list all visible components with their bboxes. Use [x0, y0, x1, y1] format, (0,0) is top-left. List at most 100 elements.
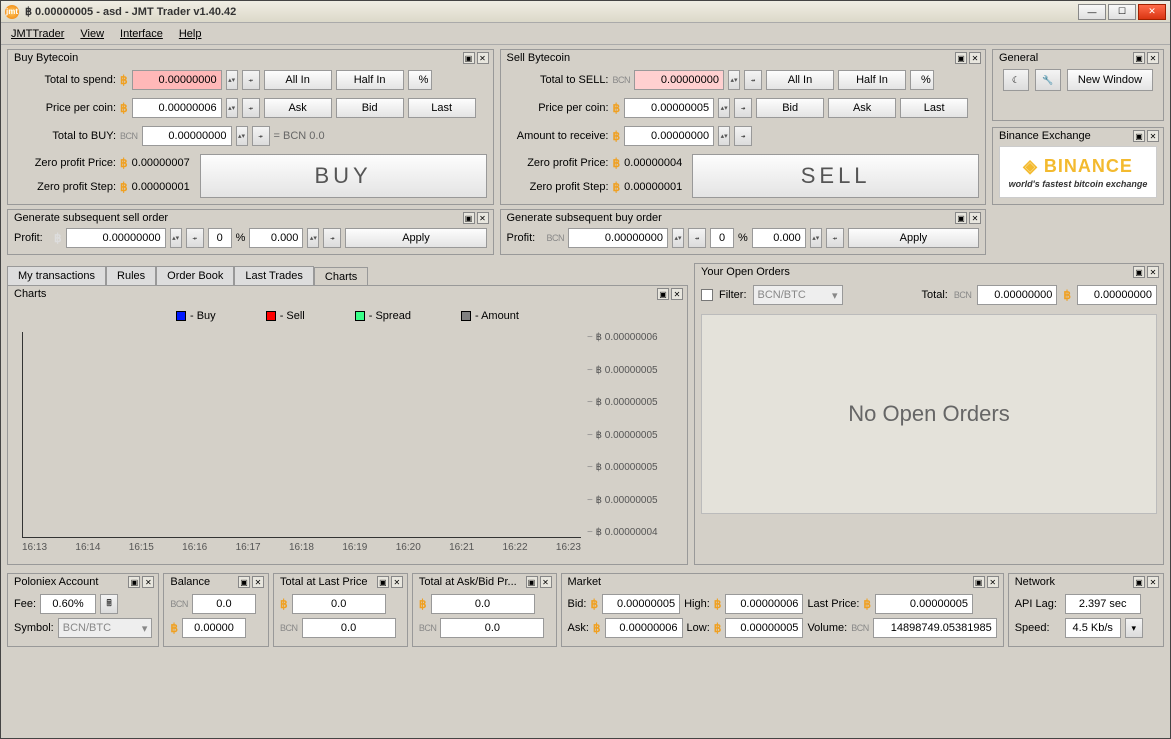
total-sell-input[interactable] [634, 70, 724, 90]
panel-restore-icon[interactable]: ▣ [657, 288, 669, 300]
new-window-button[interactable]: New Window [1067, 69, 1153, 91]
all-in-button[interactable]: All In [766, 70, 834, 90]
mouse-icon[interactable]: ⍆ [734, 98, 752, 118]
panel-close-icon[interactable]: ✕ [1147, 576, 1159, 588]
ask-button[interactable]: Ask [264, 98, 332, 118]
panel-close-icon[interactable]: ✕ [969, 212, 981, 224]
receive-input[interactable] [624, 126, 714, 146]
mouse-icon[interactable]: ⍆ [252, 126, 270, 146]
mouse-icon[interactable]: ⍆ [186, 228, 204, 248]
filter-checkbox[interactable] [701, 289, 713, 301]
sell-button[interactable]: SELL [692, 154, 979, 198]
panel-close-icon[interactable]: ✕ [252, 576, 264, 588]
panel-restore-icon[interactable]: ▣ [1133, 52, 1145, 64]
symbol-select[interactable]: BCN/BTC [58, 618, 153, 638]
panel-close-icon[interactable]: ✕ [391, 576, 403, 588]
ask-button[interactable]: Ask [828, 98, 896, 118]
panel-restore-icon[interactable]: ▣ [526, 576, 538, 588]
spinner-icon[interactable]: ▴▾ [236, 126, 248, 146]
percent-button[interactable]: % [408, 70, 432, 90]
exchange-logo[interactable]: BINANCE world's fastest bitcoin exchange [999, 146, 1157, 198]
price-input[interactable] [624, 98, 714, 118]
close-button[interactable]: ✕ [1138, 4, 1166, 20]
pair-select[interactable]: BCN/BTC [753, 285, 843, 305]
wrench-icon[interactable]: 🔧 [1035, 69, 1061, 91]
moon-icon[interactable]: ☾ [1003, 69, 1029, 91]
spinner-icon[interactable]: ▴▾ [226, 98, 238, 118]
panel-close-icon[interactable]: ✕ [540, 576, 552, 588]
total-spend-input[interactable] [132, 70, 222, 90]
menu-view[interactable]: View [80, 28, 104, 40]
balance-title: Balance [170, 576, 210, 588]
panel-restore-icon[interactable]: ▣ [1133, 266, 1145, 278]
maximize-button[interactable]: ☐ [1108, 4, 1136, 20]
panel-restore-icon[interactable]: ▣ [238, 576, 250, 588]
bid-button[interactable]: Bid [756, 98, 824, 118]
apply-button[interactable]: Apply [345, 228, 486, 248]
profit-input[interactable] [66, 228, 166, 248]
panel-close-icon[interactable]: ✕ [969, 52, 981, 64]
spinner-icon[interactable]: ▴▾ [307, 228, 319, 248]
panel-close-icon[interactable]: ✕ [142, 576, 154, 588]
menu-help[interactable]: Help [179, 28, 202, 40]
panel-restore-icon[interactable]: ▣ [463, 52, 475, 64]
spinner-icon[interactable]: ▴▾ [718, 98, 730, 118]
mouse-icon[interactable]: ⍆ [323, 228, 341, 248]
btc-icon: ฿ [613, 180, 621, 194]
tab-order-book[interactable]: Order Book [156, 266, 234, 285]
bid-button[interactable]: Bid [336, 98, 404, 118]
spinner-icon[interactable]: ▴▾ [672, 228, 684, 248]
pct-input[interactable] [249, 228, 303, 248]
zero-input[interactable] [710, 228, 734, 248]
mouse-icon[interactable]: ⍆ [744, 70, 762, 90]
last-button[interactable]: Last [900, 98, 968, 118]
spinner-icon[interactable]: ▴▾ [728, 70, 740, 90]
panel-close-icon[interactable]: ✕ [1147, 52, 1159, 64]
percent-button[interactable]: % [910, 70, 934, 90]
panel-restore-icon[interactable]: ▣ [128, 576, 140, 588]
spinner-icon[interactable]: ▴▾ [718, 126, 730, 146]
panel-restore-icon[interactable]: ▣ [973, 576, 985, 588]
tab-my-transactions[interactable]: My transactions [7, 266, 106, 285]
panel-restore-icon[interactable]: ▣ [955, 212, 967, 224]
panel-restore-icon[interactable]: ▣ [1133, 130, 1145, 142]
all-in-button[interactable]: All In [264, 70, 332, 90]
spinner-icon[interactable]: ▴▾ [226, 70, 238, 90]
tab-last-trades[interactable]: Last Trades [234, 266, 313, 285]
panel-restore-icon[interactable]: ▣ [955, 52, 967, 64]
mouse-icon[interactable]: ⍆ [242, 98, 260, 118]
mouse-icon[interactable]: ⍆ [826, 228, 844, 248]
panel-close-icon[interactable]: ✕ [1147, 130, 1159, 142]
panel-restore-icon[interactable]: ▣ [1133, 576, 1145, 588]
menu-jmttrader[interactable]: JMTTrader [11, 28, 64, 40]
tab-charts[interactable]: Charts [314, 267, 368, 286]
tab-rules[interactable]: Rules [106, 266, 156, 285]
menu-interface[interactable]: Interface [120, 28, 163, 40]
spinner-icon[interactable]: ▴▾ [170, 228, 182, 248]
price-input[interactable] [132, 98, 222, 118]
panel-restore-icon[interactable]: ▣ [463, 212, 475, 224]
total-buy-input[interactable] [142, 126, 232, 146]
pct-input[interactable] [752, 228, 806, 248]
panel-close-icon[interactable]: ✕ [671, 288, 683, 300]
chart-plot-area[interactable] [22, 332, 581, 538]
half-in-button[interactable]: Half In [838, 70, 906, 90]
zero-input[interactable] [208, 228, 232, 248]
panel-close-icon[interactable]: ✕ [477, 52, 489, 64]
mouse-icon[interactable]: ⍆ [734, 126, 752, 146]
spinner-icon[interactable]: ▴▾ [810, 228, 822, 248]
panel-close-icon[interactable]: ✕ [477, 212, 489, 224]
buy-button[interactable]: BUY [200, 154, 487, 198]
minimize-button[interactable]: — [1078, 4, 1106, 20]
last-button[interactable]: Last [408, 98, 476, 118]
panel-close-icon[interactable]: ✕ [987, 576, 999, 588]
chevron-down-icon[interactable]: ▾ [1125, 618, 1143, 638]
panel-restore-icon[interactable]: ▣ [377, 576, 389, 588]
mouse-icon[interactable]: ⍆ [688, 228, 706, 248]
calc-icon[interactable]: 🖩 [100, 594, 118, 614]
apply-button[interactable]: Apply [848, 228, 979, 248]
panel-close-icon[interactable]: ✕ [1147, 266, 1159, 278]
half-in-button[interactable]: Half In [336, 70, 404, 90]
mouse-icon[interactable]: ⍆ [242, 70, 260, 90]
profit-input[interactable] [568, 228, 668, 248]
